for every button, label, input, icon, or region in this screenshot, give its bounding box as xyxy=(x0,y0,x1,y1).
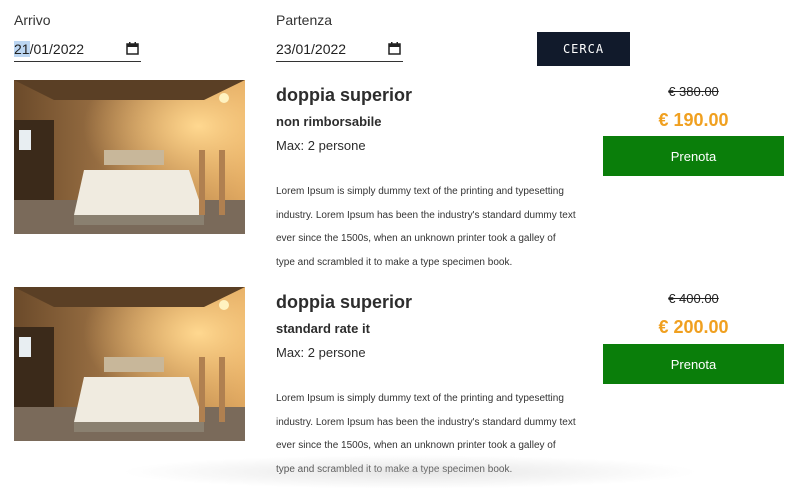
room-title: doppia superior xyxy=(276,292,413,312)
room-max-guests: Max: 2 persone xyxy=(276,345,366,360)
calendar-icon[interactable] xyxy=(126,42,139,55)
room-max-guests: Max: 2 persone xyxy=(276,138,366,153)
calendar-icon[interactable] xyxy=(388,42,401,55)
room-photo xyxy=(14,80,245,234)
old-price: € 380.00 xyxy=(668,84,719,99)
arrival-date-input[interactable]: 21/01/2022 xyxy=(14,36,141,62)
room-rate-name: standard rate it xyxy=(276,321,370,336)
price: € 190.00 xyxy=(658,110,729,130)
price: € 200.00 xyxy=(658,317,729,337)
book-button[interactable]: Prenota xyxy=(603,344,784,384)
search-button[interactable]: CERCA xyxy=(537,32,630,66)
arrival-label: Arrivo xyxy=(14,12,51,28)
room-description: Lorem Ipsum is simply dummy text of the … xyxy=(276,186,576,268)
book-button[interactable]: Prenota xyxy=(603,136,784,176)
departure-label: Partenza xyxy=(276,12,333,28)
departure-date-input[interactable]: 23/01/2022 xyxy=(276,36,403,62)
arrival-date-rest: /01/2022 xyxy=(29,40,85,57)
room-photo xyxy=(14,287,245,441)
room-title: doppia superior xyxy=(276,85,413,105)
room-rate-name: non rimborsabile xyxy=(276,114,382,129)
old-price: € 400.00 xyxy=(668,291,719,306)
departure-date-value: 23/01/2022 xyxy=(276,40,347,57)
arrival-day-selected: 21 xyxy=(14,40,30,57)
arrival-date-value: 21/01/2022 xyxy=(14,40,126,57)
scroll-shadow xyxy=(120,455,700,489)
